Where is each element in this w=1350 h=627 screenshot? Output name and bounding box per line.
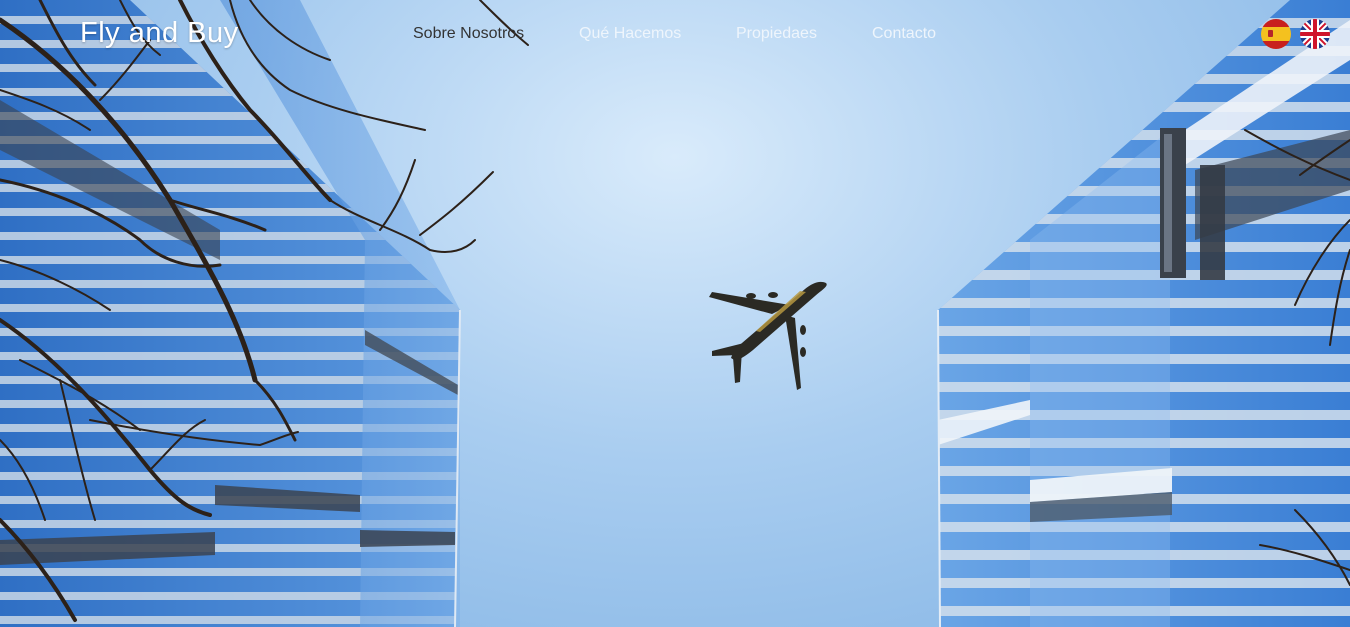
site-logo[interactable]: Fly and Buy [80, 17, 239, 50]
nav-link-sobre-nosotros[interactable]: Sobre Nosotros [413, 25, 524, 43]
nav-link-contacto[interactable]: Contacto [872, 25, 936, 43]
hero-background-image [0, 0, 1350, 627]
uk-flag-icon[interactable] [1300, 19, 1330, 49]
nav-link-propiedades[interactable]: Propiedaes [736, 25, 817, 43]
airplane [709, 281, 827, 390]
hero-section [0, 0, 1350, 627]
top-navbar: Fly and Buy Sobre Nosotros Qué Hacemos P… [0, 0, 1350, 70]
right-building [937, 0, 1350, 627]
nav-link-que-hacemos[interactable]: Qué Hacemos [579, 25, 681, 43]
spain-flag-icon[interactable] [1261, 19, 1291, 49]
